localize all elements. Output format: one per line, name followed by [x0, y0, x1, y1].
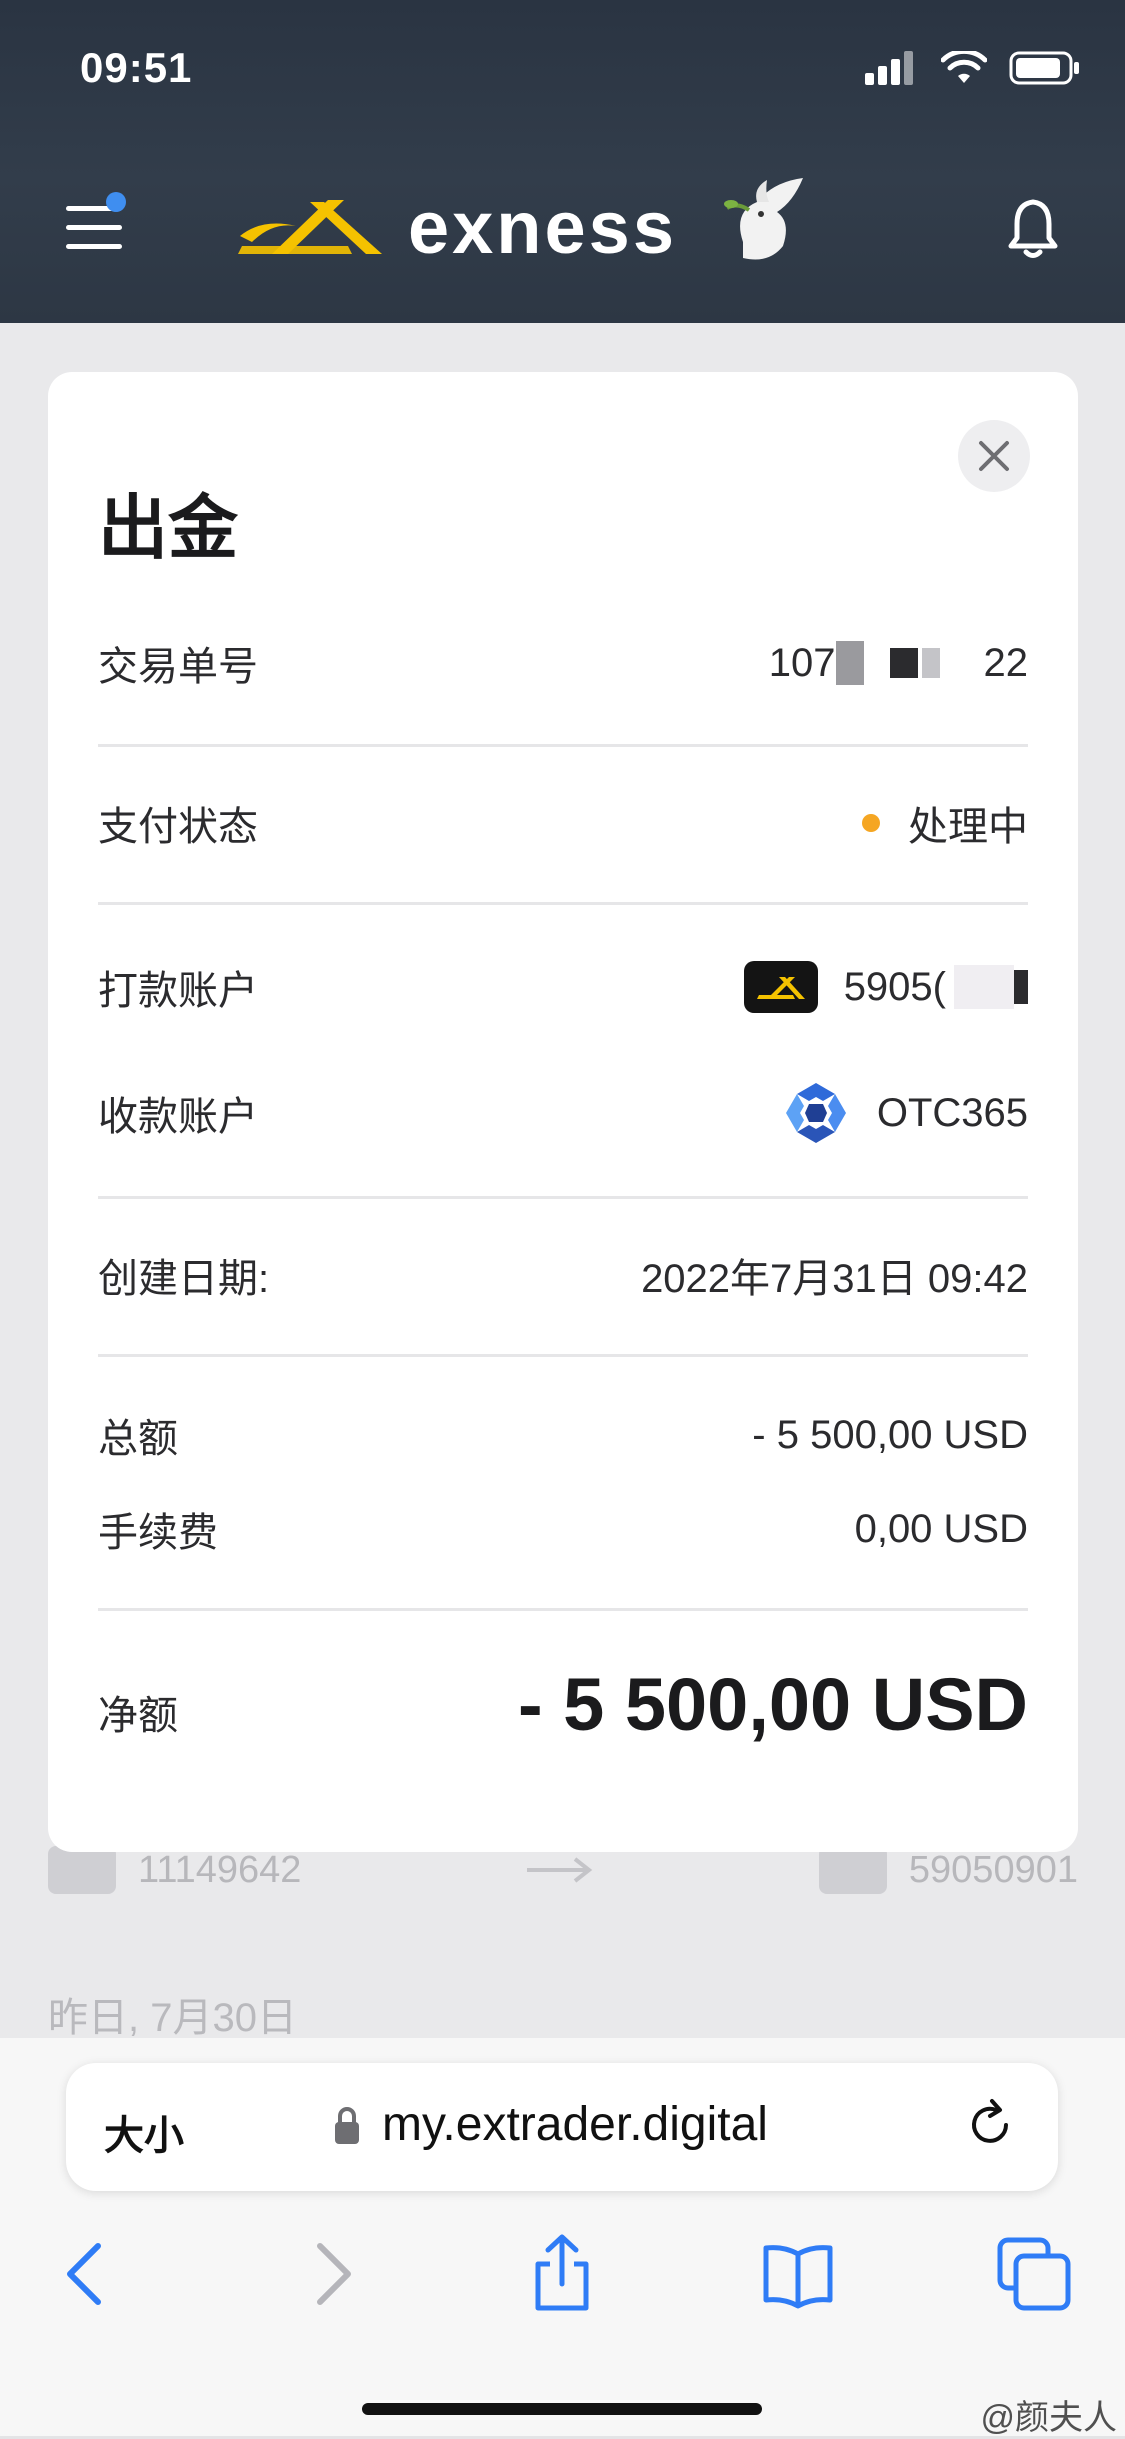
watermark: @颜夫人	[980, 2399, 1117, 2437]
exness-logo: exness	[232, 172, 823, 282]
fee-value: 0,00 USD	[854, 1506, 1028, 1551]
account-icon	[818, 1846, 887, 1894]
bookmarks-icon[interactable]	[758, 2234, 838, 2314]
lock-icon	[335, 2107, 359, 2144]
payment-status-row: 支付状态 处理中	[98, 794, 1028, 852]
to-account-label: 收款账户	[98, 1095, 258, 1139]
forward-icon[interactable]	[290, 2234, 370, 2314]
from-account-label: 打款账户	[98, 969, 258, 1013]
status-time: 09:51	[80, 44, 193, 91]
to-account-name: OTC365	[876, 1090, 1028, 1135]
otc365-logo-icon	[785, 1083, 846, 1143]
redaction-mask	[835, 641, 864, 685]
back-icon[interactable]	[48, 2234, 128, 2314]
close-button[interactable]	[958, 420, 1030, 492]
bell-icon[interactable]	[1005, 196, 1061, 260]
address-bar[interactable]: 大小 my.extrader.digital	[66, 2063, 1058, 2191]
divider	[98, 902, 1028, 905]
exness-account-icon	[743, 961, 818, 1013]
total-value: - 5 500,00 USD	[752, 1412, 1028, 1457]
battery-icon	[1009, 51, 1079, 85]
payment-status-label: 支付状态	[98, 805, 258, 849]
divider	[98, 1196, 1028, 1199]
text-size-button[interactable]: 大小	[104, 2103, 184, 2161]
bg-date-header: 昨日, 7月30日	[48, 1996, 297, 2040]
net-amount-label: 净额	[98, 1694, 178, 1738]
redaction-mask	[921, 648, 940, 678]
divider	[98, 1354, 1028, 1357]
account-icon	[48, 1846, 116, 1894]
redaction-mask	[889, 648, 918, 678]
from-account-value: 5905(	[743, 961, 1028, 1013]
wifi-icon	[941, 51, 987, 83]
redaction-mask	[954, 965, 1014, 1009]
created-date-label: 创建日期:	[98, 1257, 270, 1301]
bg-to-account: 59050901	[818, 1846, 1078, 1894]
dove-icon	[723, 178, 803, 260]
net-amount-value: - 5 500,00 USD	[517, 1663, 1028, 1746]
created-date-row: 创建日期: 2022年7月31日 09:42	[98, 1246, 1028, 1304]
notification-dot	[106, 192, 126, 212]
cellular-signal-icon	[865, 51, 913, 85]
home-indicator	[362, 2403, 762, 2415]
withdrawal-details-modal: 出金 交易单号 107 22 支付状态 处理中 打款账户 5905(收款账户 …	[48, 372, 1078, 1852]
payment-status-text: 处理中	[908, 805, 1028, 849]
transaction-id-row: 交易单号 107 22	[98, 634, 1028, 692]
share-icon[interactable]	[522, 2234, 602, 2314]
net-amount-row: 净额 - 5 500,00 USD	[98, 1662, 1028, 1747]
transaction-id-value: 107 22	[769, 641, 1028, 686]
status-dot	[862, 814, 880, 832]
app-header-area: 09:51 exness	[0, 0, 1125, 323]
to-account-row: 收款账户 OTC365	[98, 1080, 1028, 1146]
fee-row: 手续费 0,00 USD	[98, 1500, 1028, 1558]
modal-title: 出金	[98, 489, 238, 567]
bg-to-number: 59050901	[908, 1848, 1078, 1891]
exness-mark-icon	[238, 200, 382, 254]
menu-button[interactable]	[66, 192, 128, 256]
status-icons	[865, 50, 1081, 86]
total-label: 总额	[98, 1417, 178, 1461]
divider	[98, 744, 1028, 747]
created-date-value: 2022年7月31日 09:42	[641, 1257, 1028, 1301]
from-account-number: 5905(	[843, 964, 946, 1009]
bg-from-account: 11149642	[48, 1846, 301, 1894]
from-account-row: 打款账户 5905(	[98, 958, 1028, 1016]
total-row: 总额 - 5 500,00 USD	[98, 1406, 1028, 1464]
transaction-id-prefix: 107	[768, 640, 836, 685]
url-text: my.extrader.digital	[382, 2098, 768, 2151]
divider	[98, 1608, 1028, 1611]
close-icon	[979, 441, 1009, 471]
payment-status-value: 处理中	[862, 794, 1028, 852]
transaction-id-suffix: 22	[983, 640, 1029, 685]
app-header: exness	[0, 130, 1125, 323]
browser-toolbar: 大小 my.extrader.digital	[0, 2038, 1125, 2436]
arrow-right-icon	[527, 1857, 593, 1883]
redaction-mask	[1014, 970, 1028, 1004]
bg-from-number: 11149642	[138, 1848, 302, 1891]
fee-label: 手续费	[98, 1511, 218, 1555]
transaction-id-label: 交易单号	[98, 645, 258, 689]
reload-icon[interactable]	[962, 2097, 1018, 2153]
brand-text: exness	[408, 185, 677, 269]
to-account-value: OTC365	[783, 1080, 1028, 1146]
tabs-icon[interactable]	[994, 2234, 1074, 2314]
